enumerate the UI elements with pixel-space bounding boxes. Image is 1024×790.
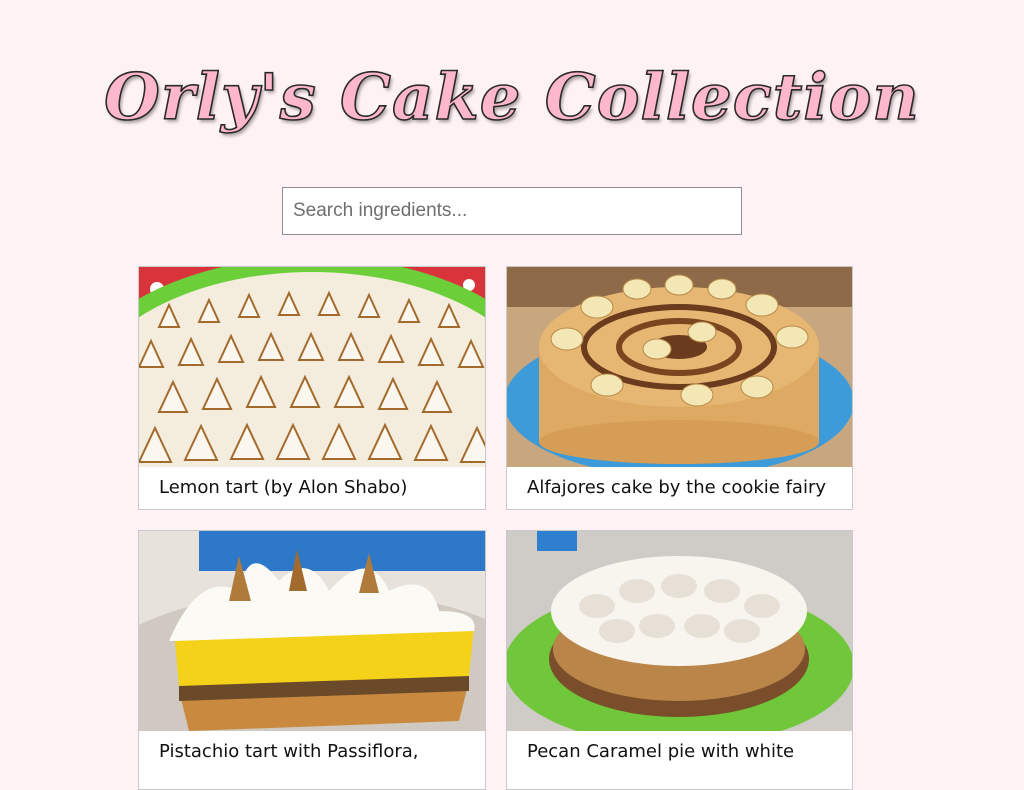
cake-card[interactable]: Lemon tart (by Alon Shabo): [138, 266, 486, 510]
cake-title[interactable]: Alfajores cake by the cookie fairy: [507, 467, 852, 509]
page-title: Orly's Cake Collection: [103, 59, 920, 136]
cake-image[interactable]: [139, 267, 485, 467]
cake-title[interactable]: Lemon tart (by Alon Shabo): [139, 467, 485, 509]
cake-card[interactable]: Pistachio tart with Passiflora,: [138, 530, 486, 790]
search-input[interactable]: [282, 187, 742, 235]
cake-image[interactable]: [507, 531, 852, 731]
cake-card[interactable]: Pecan Caramel pie with white: [506, 530, 853, 790]
cake-image[interactable]: [139, 531, 485, 731]
cake-grid: Lemon tart (by Alon Shabo) Alfajores cak…: [138, 266, 854, 790]
cake-image[interactable]: [507, 267, 852, 467]
cake-card[interactable]: Alfajores cake by the cookie fairy: [506, 266, 853, 510]
